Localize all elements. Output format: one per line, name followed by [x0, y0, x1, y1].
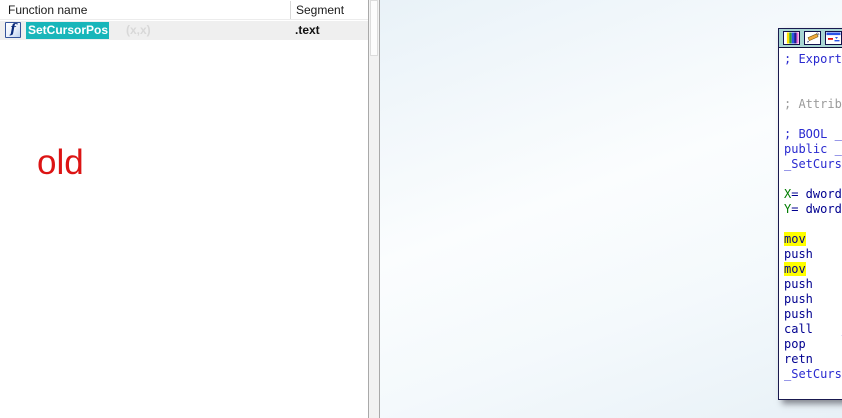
code-token: ; BOOL __stdcall SetCursorPos(int X, int…: [784, 127, 842, 141]
disassembly-code[interactable]: ; Exported entry 2226. SetCursorPos ; At…: [779, 49, 842, 399]
code-line: call _NtUserCallTwoParam@12 ; NtUserCall…: [784, 322, 842, 337]
function-icon: f: [5, 22, 21, 38]
code-line: [784, 172, 842, 187]
functions-scrollbar[interactable]: [368, 0, 380, 418]
code-line: ; Exported entry 2226. SetCursorPos: [784, 52, 842, 67]
window-layout-icon[interactable]: [825, 31, 842, 45]
code-line: retn 8: [784, 352, 842, 367]
code-line: _SetCursorPos@8 proc near: [784, 157, 842, 172]
code-line: X= dword ptr 8: [784, 187, 842, 202]
scrollbar-thumb[interactable]: [370, 0, 378, 56]
code-token: push: [784, 277, 842, 291]
edit-pencil-icon[interactable]: [804, 31, 821, 45]
code-line: [784, 217, 842, 232]
functions-list-header: Function name Segment: [0, 0, 368, 20]
functions-window: Function name Segment f SetCursorPos (x,…: [0, 0, 368, 418]
segment-cell: .text: [295, 22, 320, 39]
code-token: ebp, esp: [806, 262, 842, 276]
code-token: push ebp: [784, 247, 842, 261]
code-token: call: [784, 322, 842, 336]
code-line: public _SetCursorPos@8: [784, 142, 842, 157]
disassembly-titlebar[interactable]: [779, 29, 842, 48]
code-line: [784, 112, 842, 127]
code-line: mov edi, edi: [784, 232, 842, 247]
code-line: ; BOOL __stdcall SetCursorPos(int X, int…: [784, 127, 842, 142]
disassembly-area: ; Exported entry 2226. SetCursorPos ; At…: [380, 0, 842, 418]
highlighted-token: mov: [784, 232, 806, 246]
code-token: _SetCursorPos@8 endp: [784, 367, 842, 381]
function-name-highlighted[interactable]: SetCursorPos: [26, 22, 109, 39]
code-token: = dword ptr: [791, 187, 842, 201]
code-line: pop ebp: [784, 337, 842, 352]
highlighted-token: mov: [784, 262, 806, 276]
code-token: ; Exported entry 2226. SetCursorPos: [784, 52, 842, 66]
code-line: push [ebp+X]: [784, 307, 842, 322]
palette-icon[interactable]: [783, 31, 800, 45]
annotation-old: old: [37, 143, 84, 183]
code-token: edi, edi: [806, 232, 842, 246]
function-name-suffix: (x,x): [126, 22, 151, 39]
column-header-segment[interactable]: Segment: [296, 3, 344, 17]
code-token: pop ebp: [784, 337, 842, 351]
disassembly-window: ; Exported entry 2226. SetCursorPos ; At…: [778, 28, 842, 400]
code-token: = dword ptr: [791, 202, 842, 216]
code-token: push [ebp+: [784, 307, 842, 321]
code-line: push ebp: [784, 247, 842, 262]
code-line: mov ebp, esp: [784, 262, 842, 277]
code-line: push 80h: [784, 277, 842, 292]
code-token: push [ebp+: [784, 292, 842, 306]
code-line: ; Attributes: bp-based frame: [784, 97, 842, 112]
code-line: [784, 67, 842, 82]
code-line: Y= dword ptr 0Ch: [784, 202, 842, 217]
column-header-function-name[interactable]: Function name: [8, 3, 87, 17]
code-token: retn: [784, 352, 842, 366]
column-divider[interactable]: [290, 1, 291, 19]
code-token: ; Attributes: bp-based frame: [784, 97, 842, 111]
code-line: [784, 82, 842, 97]
code-line: push [ebp+Y]: [784, 292, 842, 307]
code-token: public _SetCursorPos@8: [784, 142, 842, 156]
function-row[interactable]: f SetCursorPos (x,x) .text: [0, 21, 368, 40]
code-token: _SetCursorPos@8 proc near: [784, 157, 842, 171]
code-line: _SetCursorPos@8 endp: [784, 367, 842, 382]
screenshot-root: Function name Segment f SetCursorPos (x,…: [0, 0, 842, 418]
